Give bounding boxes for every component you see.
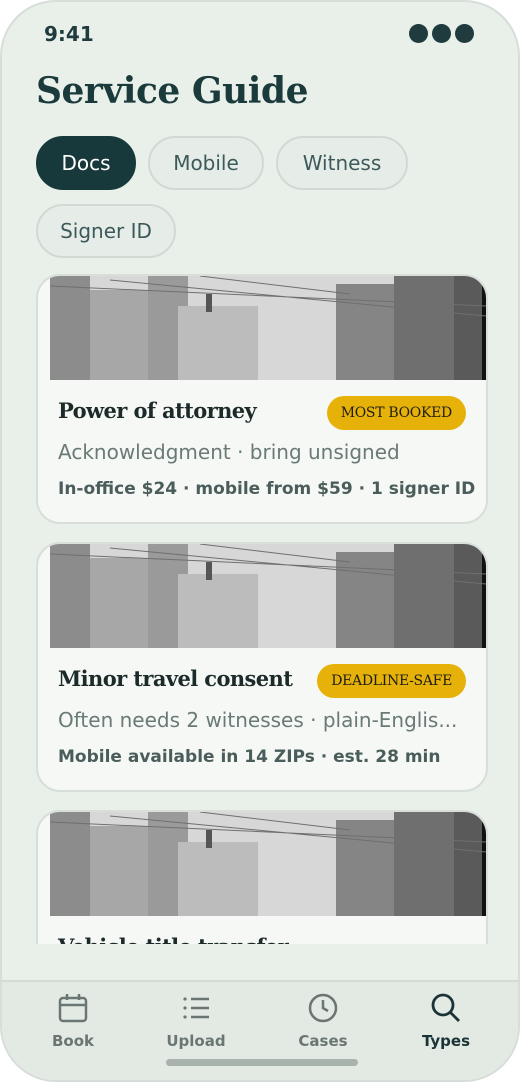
- service-subtitle: Acknowledgment · bring unsigned: [58, 440, 400, 464]
- phone-screen: 9:41 Service Guide Docs Mobile Witness S…: [0, 0, 520, 1082]
- street-photo: [49, 276, 486, 380]
- status-time: 9:41: [44, 22, 94, 46]
- bottom-tab-bar: Book Upload Cases Types: [2, 980, 518, 1080]
- street-photo: [49, 812, 486, 916]
- status-dot: [409, 24, 428, 43]
- clock-icon: [308, 993, 338, 1023]
- home-indicator: [166, 1059, 358, 1066]
- tab-label: Cases: [298, 1032, 348, 1050]
- tab-types[interactable]: Types: [396, 990, 496, 1050]
- tab-book[interactable]: Book: [23, 990, 123, 1050]
- service-card[interactable]: Vehicle title transfer: [36, 810, 488, 944]
- tab-label: Upload: [166, 1032, 226, 1050]
- service-title: Vehicle title transfer: [58, 934, 289, 944]
- filter-chip-witness[interactable]: Witness: [276, 136, 408, 190]
- status-indicators: [409, 24, 474, 43]
- status-dot: [432, 24, 451, 43]
- street-photo: [49, 544, 486, 648]
- filter-chip-signer-id[interactable]: Signer ID: [36, 204, 176, 258]
- service-card[interactable]: Minor travel consent DEADLINE-SAFE Often…: [36, 542, 488, 792]
- service-meta: In-office $24 · mobile from $59 · 1 sign…: [58, 479, 476, 499]
- filter-chip-docs[interactable]: Docs: [36, 136, 136, 190]
- page-title: Service Guide: [36, 70, 309, 112]
- list-icon: [183, 997, 209, 1019]
- service-subtitle: Often needs 2 witnesses · plain-Englis..…: [58, 708, 458, 732]
- tab-upload[interactable]: Upload: [146, 990, 246, 1050]
- filter-chip-mobile[interactable]: Mobile: [148, 136, 264, 190]
- calendar-icon: [58, 994, 88, 1023]
- deadline-badge: DEADLINE-SAFE: [317, 664, 466, 698]
- service-list: Power of attorney MOST BOOKED Acknowledg…: [2, 274, 518, 944]
- tab-label: Types: [421, 1032, 471, 1050]
- service-card[interactable]: Power of attorney MOST BOOKED Acknowledg…: [36, 274, 488, 524]
- service-title: Minor travel consent: [58, 666, 293, 691]
- search-icon: [431, 993, 460, 1022]
- status-dot: [455, 24, 474, 43]
- tab-cases[interactable]: Cases: [273, 990, 373, 1050]
- service-meta: Mobile available in 14 ZIPs · est. 28 mi…: [58, 747, 441, 767]
- tab-label: Book: [51, 1032, 95, 1050]
- service-title: Power of attorney: [58, 398, 257, 423]
- popularity-badge: MOST BOOKED: [326, 396, 466, 430]
